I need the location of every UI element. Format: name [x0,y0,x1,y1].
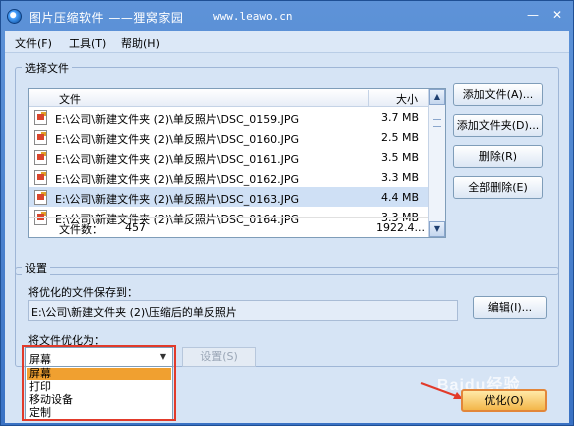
file-size: 3.3 MB [380,171,419,184]
optimize-button[interactable]: 优化(O) [461,389,547,412]
image-file-icon [34,190,47,205]
menu-tools[interactable]: 工具(T) [69,35,106,51]
list-header: 文件 大小 [29,89,429,107]
column-header-file[interactable]: 文件 [59,91,81,107]
app-title: 图片压缩软件 [29,11,105,25]
file-row[interactable]: E:\公司\新建文件夹 (2)\单反照片\DSC_0160.JPG 2.5 MB [29,127,429,147]
file-count-label: 文件数： [59,223,103,236]
file-row[interactable]: E:\公司\新建文件夹 (2)\单反照片\DSC_0161.JPG 3.5 MB [29,147,429,167]
minimize-button[interactable]: — [523,7,543,25]
delete-button[interactable]: 删除(R) [453,145,543,168]
settings-title: 设置 [22,260,50,276]
file-list[interactable]: 文件 大小 E:\公司\新建文件夹 (2)\单反照片\DSC_0159.JPG 3… [28,88,446,238]
file-size: 4.4 MB [380,191,419,204]
app-subtitle: ——狸窝家园 [108,11,184,25]
window-title: 图片压缩软件 ——狸窝家园 [29,9,183,26]
file-path: E:\公司\新建文件夹 (2)\单反照片\DSC_0160.JPG [55,133,300,146]
file-row[interactable]: E:\公司\新建文件夹 (2)\单反照片\DSC_0159.JPG 3.7 MB [29,107,429,127]
file-path: E:\公司\新建文件夹 (2)\单反照片\DSC_0162.JPG [55,173,300,186]
app-logo-icon [7,9,22,24]
close-button[interactable]: ✕ [547,7,567,25]
image-file-icon [34,110,47,125]
file-path: E:\公司\新建文件夹 (2)\单反照片\DSC_0159.JPG [55,113,300,126]
save-to-label: 将优化的文件保存到： [28,286,138,299]
file-path: E:\公司\新建文件夹 (2)\单反照片\DSC_0163.JPG [55,193,300,206]
image-file-icon [34,150,47,165]
column-header-size[interactable]: 大小 [396,91,418,107]
file-size: 2.5 MB [380,131,419,144]
file-size: 3.5 MB [380,151,419,164]
menu-file[interactable]: 文件(F) [15,35,52,51]
settings-button[interactable]: 设置(S) [182,347,256,367]
file-row[interactable]: E:\公司\新建文件夹 (2)\单反照片\DSC_0163.JPG 4.4 MB [29,187,429,207]
file-size: 3.7 MB [380,111,419,124]
add-file-button[interactable]: 添加文件(A)... [453,83,543,106]
column-divider[interactable] [368,90,369,106]
total-size-value: 1922.4... [376,221,425,234]
annotation-highlight-box [22,345,176,421]
file-row[interactable]: E:\公司\新建文件夹 (2)\单反照片\DSC_0162.JPG 3.3 MB [29,167,429,187]
menu-help[interactable]: 帮助(H) [121,35,160,51]
add-folder-button[interactable]: 添加文件夹(D)... [453,114,543,137]
file-count-value: 457 [125,221,146,234]
scroll-grip-icon[interactable] [433,119,441,127]
list-footer: 文件数： 457 1922.4... [29,217,429,236]
edit-button[interactable]: 编辑(I)... [473,296,547,319]
scroll-down-icon[interactable]: ▼ [429,221,445,237]
select-files-title: 选择文件 [22,60,72,76]
title-url: www.leawo.cn [213,10,293,23]
file-path: E:\公司\新建文件夹 (2)\单反照片\DSC_0161.JPG [55,153,300,166]
image-file-icon [34,170,47,185]
delete-all-button[interactable]: 全部删除(E) [453,176,543,199]
scroll-up-icon[interactable]: ▲ [429,89,445,105]
image-file-icon [34,130,47,145]
menu-bar: 文件(F) 工具(T) 帮助(H) [5,31,569,53]
app-window: 图片压缩软件 ——狸窝家园 www.leawo.cn — ✕ 文件(F) 工具(… [0,0,574,426]
title-bar[interactable]: 图片压缩软件 ——狸窝家园 www.leawo.cn — ✕ [1,1,573,31]
save-path-field[interactable]: E:\公司\新建文件夹 (2)\压缩后的单反照片 [28,300,458,321]
vertical-scrollbar[interactable]: ▲ ▼ [428,89,445,237]
